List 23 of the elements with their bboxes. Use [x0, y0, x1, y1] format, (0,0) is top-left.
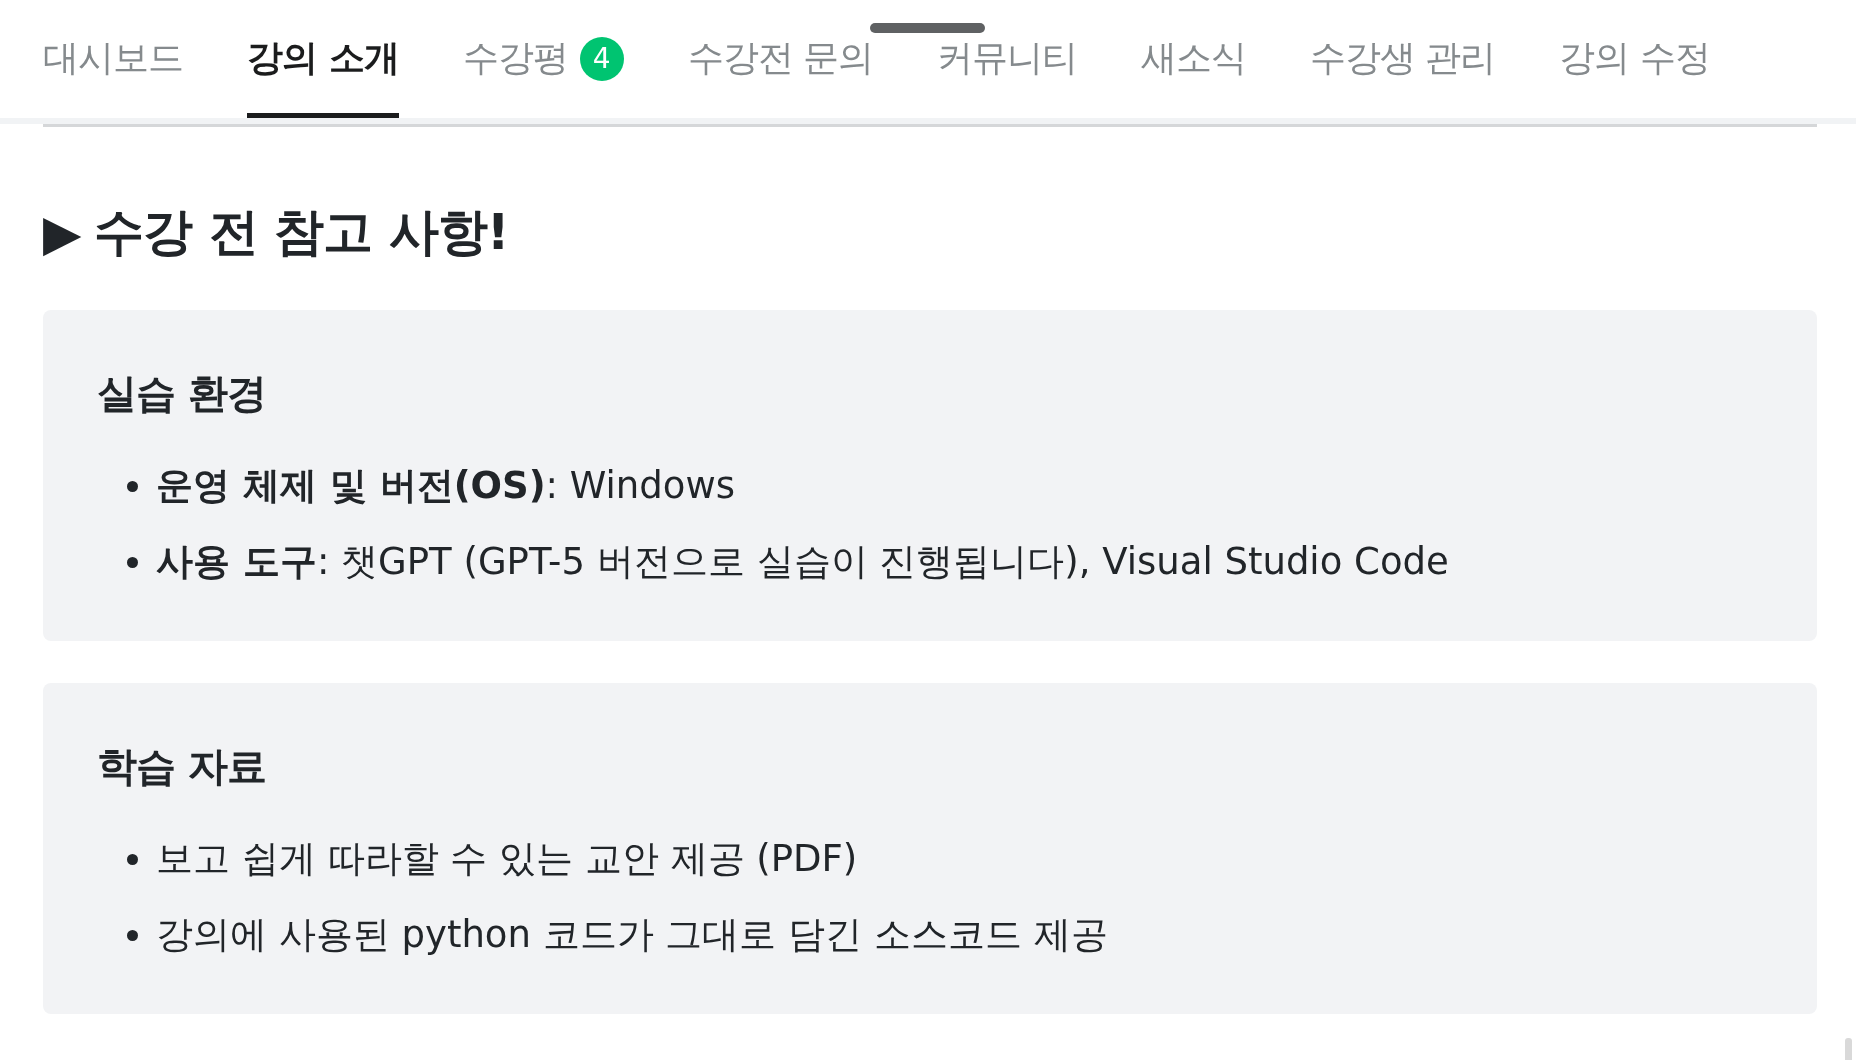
drag-handle[interactable]: [870, 23, 985, 33]
bullet-icon: [127, 929, 138, 941]
tab[interactable]: 대시보드: [43, 0, 183, 118]
bullet-icon: [127, 480, 138, 492]
tab[interactable]: 수강생 관리: [1310, 0, 1496, 118]
tab[interactable]: 강의 수정: [1559, 0, 1710, 118]
card-title: 실습 환경: [97, 369, 267, 418]
tab[interactable]: 강의 소개: [247, 0, 399, 118]
tab[interactable]: 수강평 4: [462, 0, 624, 118]
section-title: 수강 전 참고 사항!: [94, 202, 509, 263]
card-title: 학습 자료: [97, 742, 267, 791]
triangle-marker: ▶: [43, 203, 81, 262]
list-item-text: 사용 도구: 챗GPT (GPT-5 버전으로 실습이 진행됩니다), Visual Studio Code: [156, 539, 1449, 585]
list-item-text: 보고 쉽게 따라할 수 있는 교안 제공 (PDF): [156, 836, 858, 882]
list-item-text: 강의에 사용된 python 코드가 그대로 담긴 소스코드 제공: [156, 912, 1108, 958]
count-badge: 4: [579, 36, 624, 81]
bullet-icon: [127, 556, 138, 568]
tab[interactable]: 수강전 문의: [687, 0, 873, 118]
tab[interactable]: 새소식: [1141, 0, 1246, 118]
list-item-text: 운영 체제 및 버전(OS): Windows: [156, 463, 735, 509]
scrollbar-thumb[interactable]: [1845, 1038, 1852, 1060]
tab[interactable]: 커뮤니티: [937, 0, 1077, 118]
bullet-icon: [127, 853, 138, 865]
